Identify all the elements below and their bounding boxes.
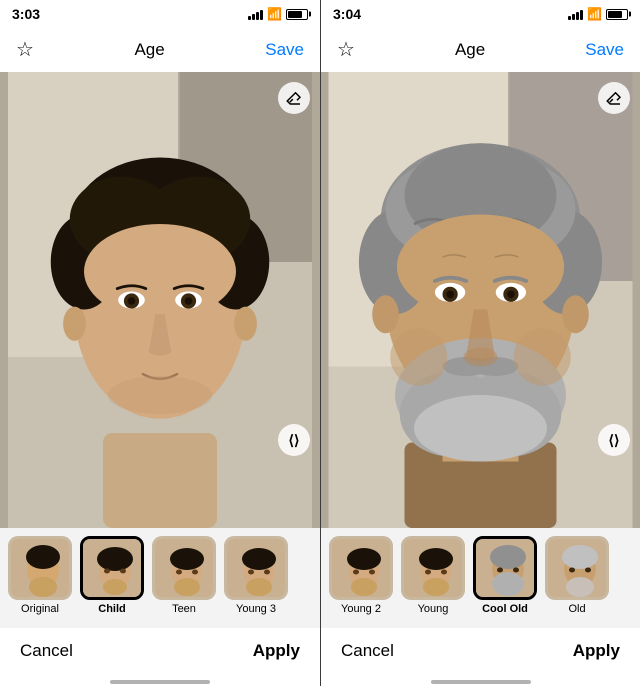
battery-icon-right (606, 9, 628, 20)
thumb-label-old: Old (568, 603, 585, 615)
favorite-button-right[interactable]: ☆ (337, 40, 355, 60)
right-panel: 3:04 📶 ☆ Age Save (320, 0, 640, 686)
compare-icon-right: ⟨⟩ (609, 432, 620, 449)
bottom-bar-right: Cancel Apply (321, 628, 640, 682)
photo-area-left: ⟨⟩ (0, 72, 320, 528)
favorite-button-left[interactable]: ☆ (16, 40, 34, 60)
thumb-young3[interactable]: Young 3 (222, 536, 290, 615)
thumb-strip-left: Original Child Teen Young 3 (0, 528, 320, 628)
thumb-strip-right: Young 2 Young Cool Old Old (321, 528, 640, 628)
eraser-button-right[interactable] (598, 82, 630, 114)
bottom-bar-left: Cancel Apply (0, 628, 320, 682)
thumb-label-young3: Young 3 (236, 603, 276, 615)
thumb-young2[interactable]: Young 2 (327, 536, 395, 615)
thumb-teen[interactable]: Teen (150, 536, 218, 615)
thumb-img-old[interactable] (545, 536, 609, 600)
thumb-label-original: Original (21, 603, 59, 615)
thumb-cool-old[interactable]: Cool Old (471, 536, 539, 615)
cancel-button-left[interactable]: Cancel (20, 641, 73, 661)
title-right: Age (455, 40, 485, 60)
thumb-img-original[interactable] (8, 536, 72, 600)
top-bar-left: ☆ Age Save (0, 28, 320, 72)
thumb-img-child[interactable] (80, 536, 144, 600)
photo-area-right: ⟨⟩ (321, 72, 640, 528)
compare-icon-left: ⟨⟩ (289, 432, 300, 449)
status-time-left: 3:03 (12, 6, 40, 22)
wifi-icon-right: 📶 (587, 7, 602, 21)
save-button-left[interactable]: Save (265, 40, 304, 60)
apply-button-left[interactable]: Apply (253, 641, 300, 661)
face-image-left (0, 72, 320, 528)
compare-button-left[interactable]: ⟨⟩ (278, 424, 310, 456)
status-bar-left: 3:03 📶 (0, 0, 320, 28)
apply-button-right[interactable]: Apply (573, 641, 620, 661)
status-time-right: 3:04 (333, 6, 361, 22)
top-bar-right: ☆ Age Save (321, 28, 640, 72)
home-indicator-left (0, 682, 320, 686)
home-indicator-right (321, 682, 640, 686)
thumb-label-teen: Teen (172, 603, 196, 615)
status-icons-left: 📶 (248, 7, 308, 21)
thumb-img-young3[interactable] (224, 536, 288, 600)
thumb-img-teen[interactable] (152, 536, 216, 600)
signal-icon-right (568, 8, 583, 20)
left-panel: 3:03 📶 ☆ Age Save (0, 0, 320, 686)
thumb-label-young2: Young 2 (341, 603, 381, 615)
wifi-icon-left: 📶 (267, 7, 282, 21)
signal-icon-left (248, 8, 263, 20)
thumb-label-cool-old: Cool Old (482, 603, 528, 615)
title-left: Age (134, 40, 164, 60)
status-icons-right: 📶 (568, 7, 628, 21)
compare-button-right[interactable]: ⟨⟩ (598, 424, 630, 456)
thumb-young[interactable]: Young (399, 536, 467, 615)
thumb-img-young2[interactable] (329, 536, 393, 600)
thumb-img-cool-old[interactable] (473, 536, 537, 600)
thumb-child[interactable]: Child (78, 536, 146, 615)
face-image-right (321, 72, 640, 528)
thumb-img-young[interactable] (401, 536, 465, 600)
thumb-label-young: Young (418, 603, 449, 615)
status-bar-right: 3:04 📶 (321, 0, 640, 28)
cancel-button-right[interactable]: Cancel (341, 641, 394, 661)
eraser-button-left[interactable] (278, 82, 310, 114)
thumb-label-child: Child (98, 603, 126, 615)
thumb-original[interactable]: Original (6, 536, 74, 615)
save-button-right[interactable]: Save (585, 40, 624, 60)
battery-icon-left (286, 9, 308, 20)
thumb-old[interactable]: Old (543, 536, 611, 615)
